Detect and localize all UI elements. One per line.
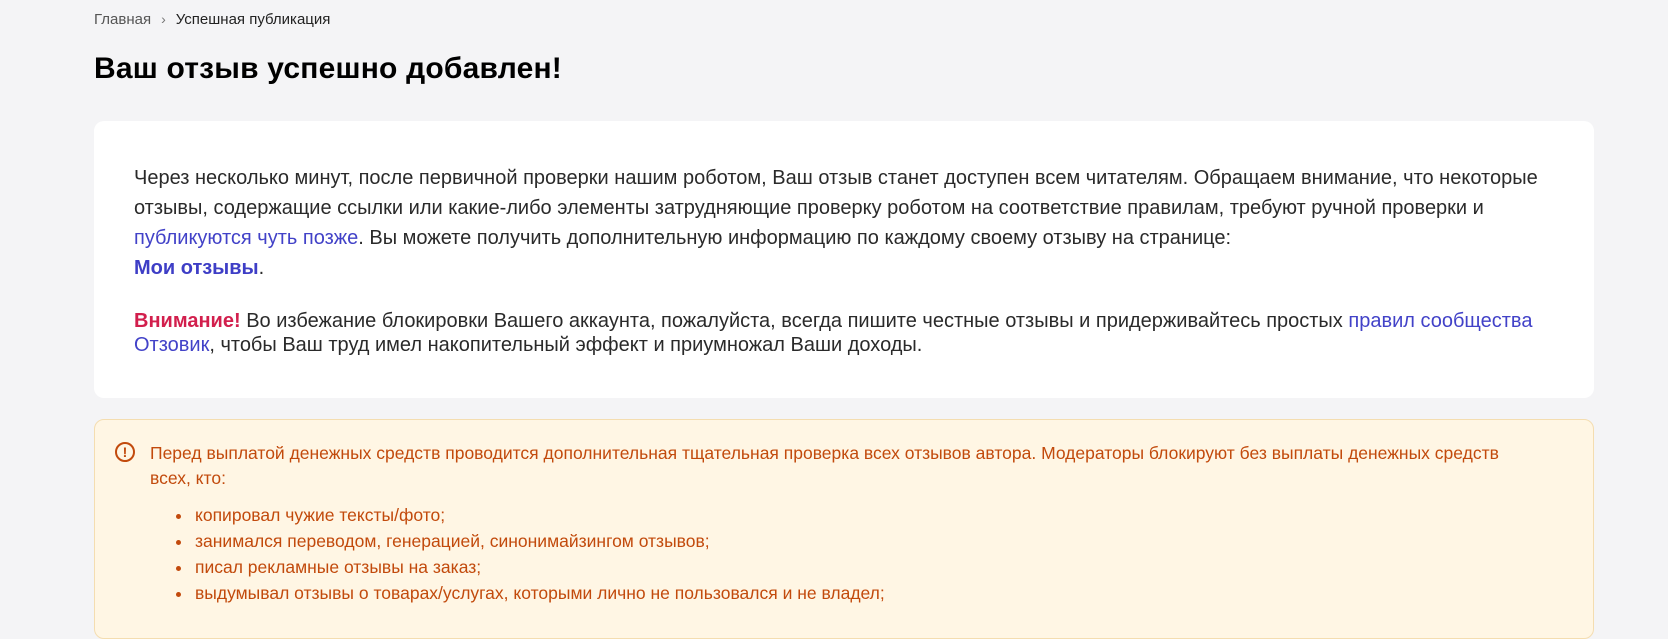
warning-paragraph: Внимание! Во избежание блокировки Вашего… — [134, 309, 1554, 357]
period-text: . — [258, 257, 265, 279]
list-item: копировал чужие тексты/фото; — [193, 502, 885, 528]
moderation-info-text: Через несколько минут, после первичной п… — [134, 167, 1538, 219]
breadcrumb: Главная › Успешная публикация — [94, 10, 330, 28]
published-later-link[interactable]: публикуются чуть позже — [134, 227, 358, 249]
list-item: выдумывал отзывы о товарах/услугах, кото… — [193, 580, 885, 606]
warning-label: Внимание! — [134, 310, 241, 332]
warning-text: Во избежание блокировки Вашего аккаунта,… — [240, 310, 1349, 332]
list-item: занимался переводом, генерацией, синоним… — [193, 528, 885, 554]
warning-text-2: , чтобы Ваш труд имел накопительный эффе… — [209, 334, 923, 356]
success-card: Через несколько минут, после первичной п… — [94, 121, 1594, 398]
page-title: Ваш отзыв успешно добавлен! — [94, 52, 562, 85]
breadcrumb-current: Успешная публикация — [175, 10, 331, 28]
list-item: писал рекламные отзывы на заказ; — [193, 554, 885, 580]
payout-notice: ! Перед выплатой денежных средств провод… — [94, 419, 1594, 639]
moderation-info-paragraph: Через несколько минут, после первичной п… — [134, 163, 1554, 283]
violation-list: копировал чужие тексты/фото; занимался п… — [165, 502, 885, 606]
my-reviews-link[interactable]: Мои отзывы — [134, 257, 259, 279]
payout-notice-text: Перед выплатой денежных средств проводит… — [150, 443, 1499, 488]
exclamation-circle-icon: ! — [115, 442, 135, 462]
moderation-info-text-2: . Вы можете получить дополнительную инфо… — [358, 227, 1232, 249]
breadcrumb-separator: › — [161, 11, 166, 27]
breadcrumb-home-link[interactable]: Главная — [94, 11, 151, 28]
